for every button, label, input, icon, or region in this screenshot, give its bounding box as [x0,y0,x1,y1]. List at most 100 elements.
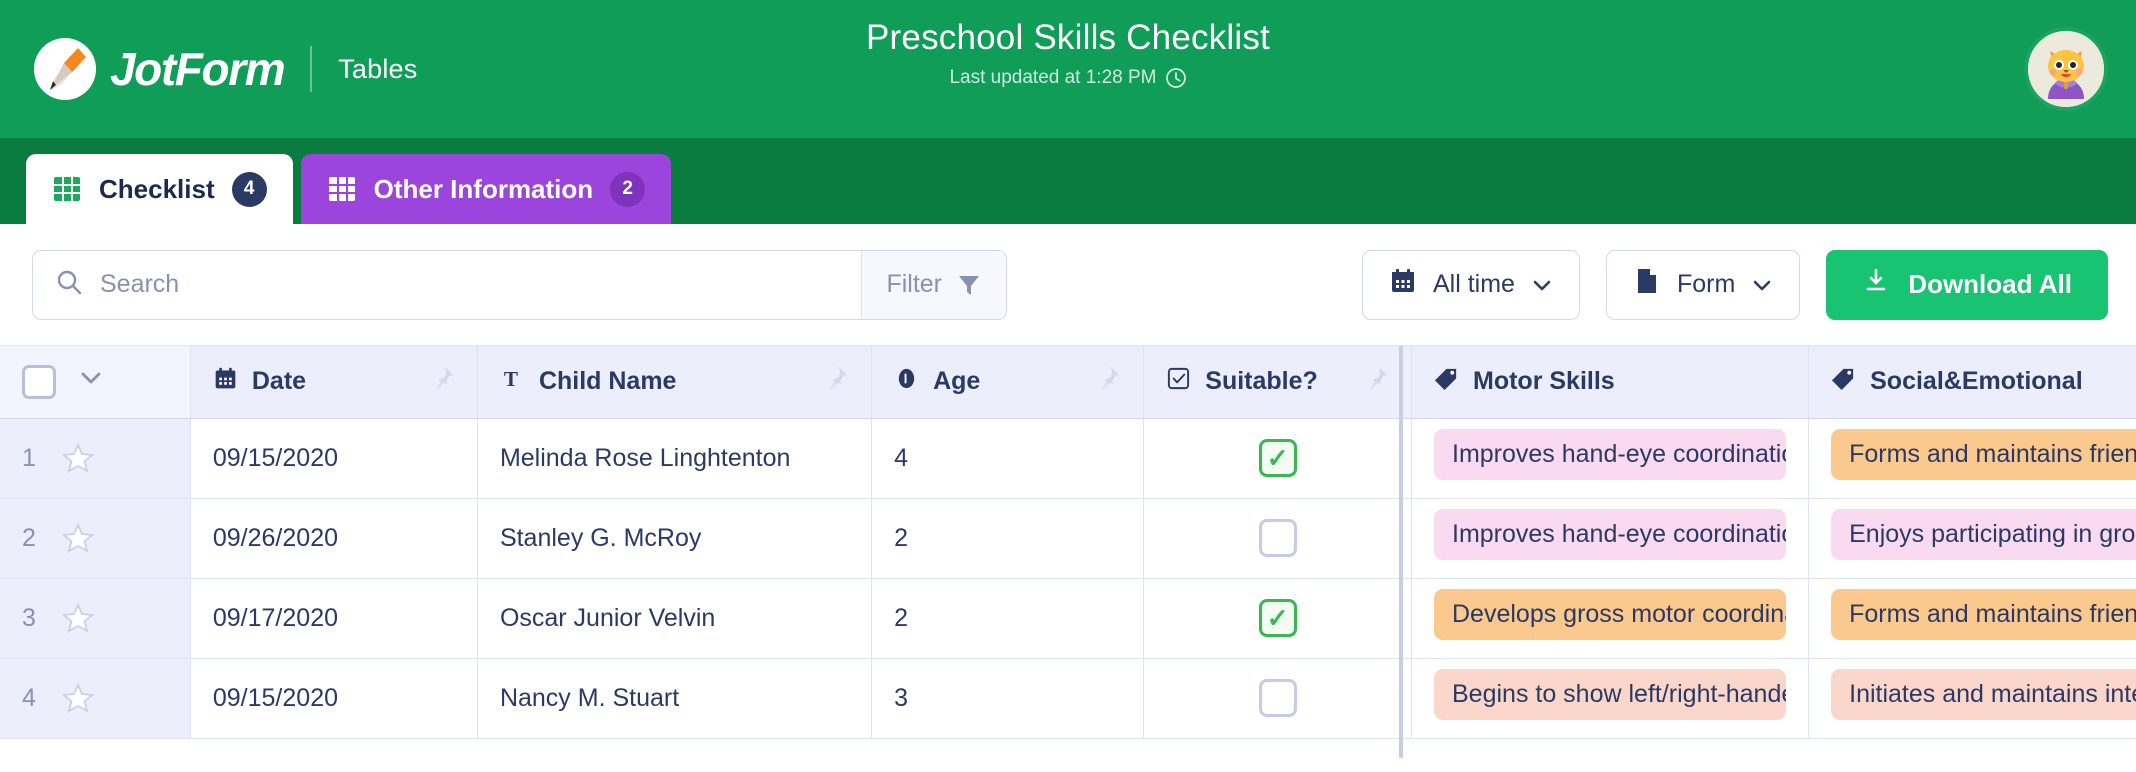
pin-icon[interactable] [823,365,849,398]
suitable-checkbox[interactable] [1258,679,1297,717]
table-row[interactable]: 4 09/15/2020 Nancy M. Stuart 3 Begins to… [0,658,2136,739]
column-header-child-name[interactable]: T Child Name [477,346,873,419]
star-icon[interactable] [61,602,94,634]
chevron-down-icon[interactable] [78,365,104,398]
cell-social-emotional[interactable]: Enjoys participating in group activities [1808,498,2136,579]
download-all-label: Download All [1908,269,2072,299]
data-table: Date T Child Name Age Suitable? Motor Sk… [0,346,2136,758]
last-updated-text: Last updated at 1:28 PM [949,67,1157,88]
tab-other-information[interactable]: Other Information 2 [300,154,672,224]
document-icon [1633,267,1661,302]
cell-age[interactable]: 3 [871,658,1145,739]
select-all-checkbox[interactable] [22,364,56,399]
jotform-logo[interactable]: JotForm [34,38,286,100]
column-header-date[interactable]: Date [190,346,478,419]
cell-age[interactable]: 2 [871,498,1145,579]
tab-bar: Checklist 4 Other Information 2 [0,138,2136,224]
source-button[interactable]: Form [1605,249,1801,320]
tag-chip: Initiates and maintains interactions [1831,669,2136,720]
table: Date T Child Name Age Suitable? Motor Sk… [0,346,2136,739]
tab-checklist[interactable]: Checklist 4 [26,154,293,224]
table-row[interactable]: 1 09/15/2020 Melinda Rose Linghtenton 4 [0,418,2136,499]
cell-date[interactable]: 09/15/2020 [190,658,478,739]
filter-button[interactable]: Filter [861,250,1006,319]
row-number: 4 [22,683,36,712]
cell-child-name[interactable]: Melinda Rose Linghtenton [477,418,873,499]
row-select-cell[interactable]: 2 [0,498,191,579]
tab-other-information-label: Other Information [373,173,594,204]
table-row[interactable]: 2 09/26/2020 Stanley G. McRoy 2 Improves… [0,498,2136,579]
tag-chip: Begins to show left/right-handedness [1434,669,1787,720]
calendar-icon [1389,267,1417,302]
date-range-label: All time [1433,270,1515,298]
cell-suitable[interactable] [1143,658,1412,739]
brand-area: JotForm Tables [34,38,417,100]
search-box: Filter [32,249,1007,320]
column-header-select[interactable] [0,346,191,419]
column-header-age[interactable]: Age [871,346,1145,419]
date-range-button[interactable]: All time [1362,249,1580,320]
cell-suitable[interactable] [1143,418,1412,499]
star-icon[interactable] [61,522,94,554]
cell-motor-skills[interactable]: Improves hand-eye coordination [1411,418,1810,499]
chevron-down-icon [1531,274,1553,296]
cell-social-emotional[interactable]: Forms and maintains friendships [1808,418,2136,499]
column-header-date-label: Date [251,367,307,396]
cell-date[interactable]: 09/15/2020 [190,418,478,499]
tag-chip: Enjoys participating in group activities [1831,509,2136,560]
tab-checklist-label: Checklist [99,173,215,204]
tag-chip: Improves hand-eye coordination [1434,509,1787,560]
row-number: 2 [22,523,36,552]
cell-date[interactable]: 09/17/2020 [190,578,478,659]
checkbox-icon [1166,366,1191,398]
cell-social-emotional[interactable]: Initiates and maintains interactions [1808,658,2136,739]
cell-age[interactable]: 4 [871,418,1145,499]
column-header-suitable-label: Suitable? [1205,367,1318,396]
tab-checklist-count: 4 [231,171,267,207]
tab-other-information-count: 2 [610,171,646,207]
table-body: 1 09/15/2020 Melinda Rose Linghtenton 4 [0,418,2136,739]
column-header-motor-skills[interactable]: Motor Skills [1411,346,1810,419]
column-header-social-emotional[interactable]: Social&Emotional [1808,346,2136,419]
search-input[interactable] [100,270,862,299]
table-header-row: Date T Child Name Age Suitable? Motor Sk… [0,346,2136,419]
pin-icon[interactable] [1363,365,1389,398]
number-icon [894,366,919,398]
cell-child-name[interactable]: Oscar Junior Velvin [477,578,873,659]
row-select-cell[interactable]: 3 [0,578,191,659]
cell-date[interactable]: 09/26/2020 [190,498,478,579]
suitable-checkbox[interactable] [1258,519,1297,557]
cell-suitable[interactable] [1143,498,1412,579]
star-icon[interactable] [61,442,94,474]
tag-chip: Forms and maintains friendships [1831,589,2136,640]
download-icon [1862,267,1890,302]
grid-icon [327,174,357,204]
search-field[interactable] [33,251,862,319]
row-select-cell[interactable]: 4 [0,658,191,739]
cell-social-emotional[interactable]: Forms and maintains friendships [1808,578,2136,659]
avatar[interactable] [2024,27,2108,111]
cell-motor-skills[interactable]: Begins to show left/right-handedness [1411,658,1810,739]
pin-icon[interactable] [1095,365,1121,398]
tag-chip: Develops gross motor coordination [1434,589,1787,640]
suitable-checkbox[interactable] [1258,599,1297,637]
brand-divider [310,46,313,92]
filter-label: Filter [886,270,942,298]
search-icon [55,268,83,301]
pin-icon[interactable] [429,365,455,398]
cell-motor-skills[interactable]: Develops gross motor coordination [1411,578,1810,659]
jotform-pencil-logo-icon [34,38,96,100]
table-row[interactable]: 3 09/17/2020 Oscar Junior Velvin 2 ✓ Dev… [0,578,2136,659]
download-all-button[interactable]: Download All [1826,249,2108,320]
suitable-checkbox[interactable] [1258,439,1297,477]
cell-age[interactable]: 2 [871,578,1145,659]
star-icon[interactable] [61,682,94,714]
cell-motor-skills[interactable]: Improves hand-eye coordination [1411,498,1810,579]
cell-suitable[interactable] [1143,578,1412,659]
cell-child-name[interactable]: Nancy M. Stuart [477,658,873,739]
row-select-cell[interactable]: 1 [0,418,191,499]
column-header-suitable[interactable]: Suitable? [1143,346,1412,419]
text-icon: T [500,366,525,398]
cell-child-name[interactable]: Stanley G. McRoy [477,498,873,579]
table-toolbar: Filter [0,224,2136,346]
